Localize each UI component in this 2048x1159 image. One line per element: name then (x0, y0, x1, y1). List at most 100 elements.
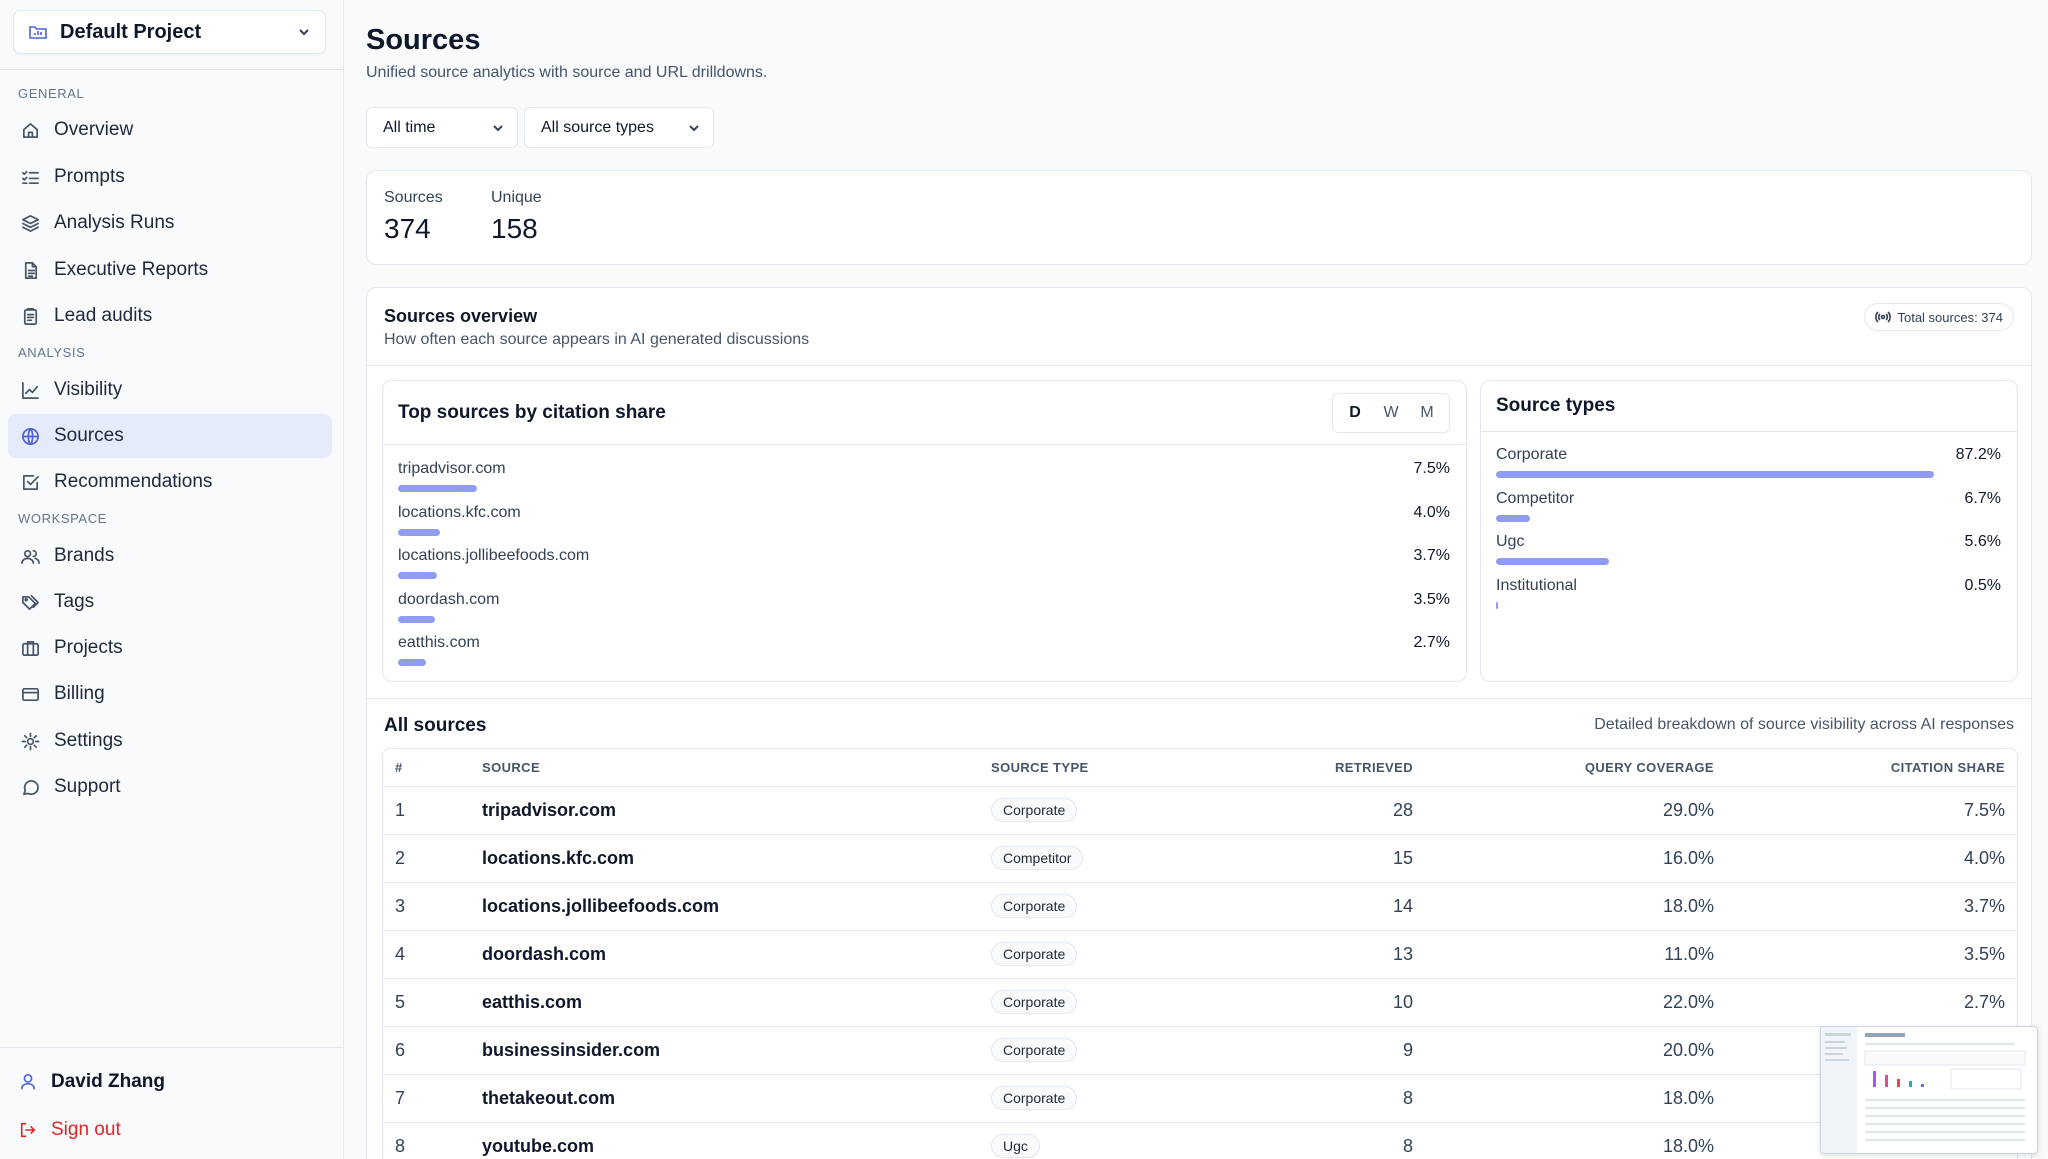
sidebar-item-label: Prompts (54, 166, 125, 187)
table-row[interactable]: 6 businessinsider.com Corporate 9 20.0% (383, 1026, 2017, 1075)
top-source-name: eatthis.com (398, 634, 480, 651)
top-source-bar (398, 528, 441, 536)
time-range-select[interactable]: All time (366, 107, 518, 148)
top-source-row[interactable]: locations.jollibeefoods.com 3.7% (398, 547, 1450, 587)
source-types-card: Source types Corporate 87.2% Competitor 6.7… (1480, 380, 2018, 682)
col-header-num[interactable]: # (383, 749, 470, 787)
cell-source[interactable]: eatthis.com (470, 978, 979, 1027)
table-row[interactable]: 8 youtube.com Ugc 8 18.0% (383, 1122, 2017, 1159)
cell-source[interactable]: locations.kfc.com (470, 834, 979, 883)
cell-citation-share: 7.5% (1726, 786, 2017, 835)
table-header-row: # SOURCE SOURCE TYPE RETRIEVED QUERY COV… (383, 749, 2017, 787)
period-day-button[interactable]: D (1337, 404, 1373, 422)
sidebar-item-tags[interactable]: Tags (8, 580, 332, 624)
top-source-row[interactable]: locations.kfc.com 4.0% (398, 504, 1450, 544)
cell-query-coverage: 11.0% (1425, 930, 1726, 979)
sidebar-item-label: Billing (54, 683, 105, 704)
top-sources-card: Top sources by citation share D W M trip… (382, 380, 1467, 682)
source-type-badge: Corporate (991, 1086, 1078, 1110)
cell-query-coverage: 18.0% (1425, 882, 1726, 931)
cell-source[interactable]: locations.jollibeefoods.com (470, 882, 979, 931)
group-label-analysis: ANALYSIS (18, 345, 86, 360)
stat-label: Unique (491, 189, 542, 206)
cell-source-type: Competitor (979, 834, 1185, 883)
cell-citation-share: 4.0% (1726, 834, 2017, 883)
period-month-button[interactable]: M (1409, 404, 1445, 422)
source-type-badge: Corporate (991, 894, 1078, 918)
stat-value: 158 (491, 213, 538, 244)
top-source-row[interactable]: tripadvisor.com 7.5% (398, 460, 1450, 500)
source-type-select[interactable]: All source types (524, 107, 714, 148)
sidebar-item-analysis-runs[interactable]: Analysis Runs (8, 201, 332, 245)
table-row[interactable]: 1 tripadvisor.com Corporate 28 29.0% 7.5% (383, 786, 2017, 835)
stat-sources: Sources 374 (384, 189, 443, 245)
table-row[interactable]: 5 eatthis.com Corporate 10 22.0% 2.7% (383, 978, 2017, 1027)
cell-source[interactable]: thetakeout.com (470, 1074, 979, 1123)
sign-out-button[interactable]: Sign out (19, 1119, 121, 1141)
source-type-row[interactable]: Institutional 0.5% (1496, 577, 2001, 617)
user-name: David Zhang (51, 1071, 166, 1092)
stat-unique: Unique 158 (491, 189, 542, 245)
cell-source[interactable]: tripadvisor.com (470, 786, 979, 835)
cell-num: 1 (383, 786, 470, 835)
table-row[interactable]: 4 doordash.com Corporate 13 11.0% 3.5% (383, 930, 2017, 979)
cell-num: 6 (383, 1026, 470, 1075)
stats-card: Sources 374 Unique 158 (366, 170, 2032, 265)
top-source-name: locations.kfc.com (398, 503, 521, 521)
col-header-retrieved[interactable]: RETRIEVED (1185, 749, 1425, 787)
sidebar-item-sources[interactable]: Sources (8, 414, 332, 458)
sidebar-item-overview[interactable]: Overview (8, 108, 332, 152)
source-type-bar (1496, 471, 1934, 478)
total-sources-text: Total sources: 374 (1897, 309, 2003, 325)
cell-source[interactable]: businessinsider.com (470, 1026, 979, 1075)
sidebar-item-billing[interactable]: Billing (8, 672, 332, 716)
divider (367, 698, 2031, 699)
source-type-name: Corporate (1496, 446, 1568, 463)
col-header-query-coverage[interactable]: QUERY COVERAGE (1425, 749, 1726, 787)
cell-retrieved: 14 (1185, 882, 1425, 931)
top-source-row[interactable]: doordash.com 3.5% (398, 591, 1450, 631)
top-source-row[interactable]: eatthis.com 2.7% (398, 634, 1450, 674)
col-header-source[interactable]: SOURCE (470, 749, 979, 787)
sign-out-label: Sign out (51, 1119, 121, 1140)
sidebar-item-settings[interactable]: Settings (8, 719, 332, 763)
period-week-button[interactable]: W (1373, 404, 1409, 422)
source-type-row[interactable]: Ugc 5.6% (1496, 533, 2001, 573)
top-source-pct: 3.5% (1413, 590, 1450, 608)
cell-source[interactable]: doordash.com (470, 930, 979, 979)
source-types-title: Source types (1496, 395, 1616, 416)
source-type-row[interactable]: Corporate 87.2% (1496, 446, 2001, 486)
cell-retrieved: 15 (1185, 834, 1425, 883)
table-row[interactable]: 7 thetakeout.com Corporate 8 18.0% (383, 1074, 2017, 1123)
stat-label: Sources (384, 189, 443, 206)
sidebar-item-lead-audits[interactable]: Lead audits (8, 294, 332, 338)
source-type-name: Competitor (1496, 489, 1575, 507)
divider (367, 365, 2031, 366)
all-sources-subtitle: Detailed breakdown of source visibility … (1594, 716, 2014, 733)
user-profile[interactable]: David Zhang (19, 1071, 165, 1093)
top-source-bar (398, 659, 427, 666)
group-label-workspace: WORKSPACE (18, 511, 107, 526)
list-check-icon (21, 170, 39, 184)
sidebar-item-support[interactable]: Support (8, 765, 332, 809)
source-type-row[interactable]: Competitor 6.7% (1496, 490, 2001, 530)
sidebar-item-executive-reports[interactable]: Executive Reports (8, 248, 332, 292)
sidebar-item-recommendations[interactable]: Recommendations (8, 460, 332, 504)
briefcase-icon (21, 640, 39, 656)
table-row[interactable]: 3 locations.jollibeefoods.com Corporate 14 1… (383, 882, 2017, 931)
stat-value: 374 (384, 213, 431, 244)
table-row[interactable]: 2 locations.kfc.com Competitor 15 16.0% 4.0% (383, 834, 2017, 883)
sources-overview-card: Sources overview How often each source a… (366, 287, 2032, 1159)
cell-source[interactable]: youtube.com (470, 1122, 979, 1159)
page-minimap[interactable] (1820, 1026, 2038, 1154)
col-header-citation-share[interactable]: CITATION SHARE (1726, 749, 2017, 787)
cell-retrieved: 8 (1185, 1074, 1425, 1123)
project-selector[interactable]: Default Project (13, 10, 326, 54)
col-header-source-type[interactable]: SOURCE TYPE (979, 749, 1185, 787)
sidebar-item-visibility[interactable]: Visibility (8, 368, 332, 412)
group-label-general: GENERAL (18, 86, 85, 101)
sidebar-item-prompts[interactable]: Prompts (8, 155, 332, 199)
sidebar-item-projects[interactable]: Projects (8, 626, 332, 670)
sidebar-item-brands[interactable]: Brands (8, 534, 332, 578)
user-icon (20, 1073, 36, 1090)
